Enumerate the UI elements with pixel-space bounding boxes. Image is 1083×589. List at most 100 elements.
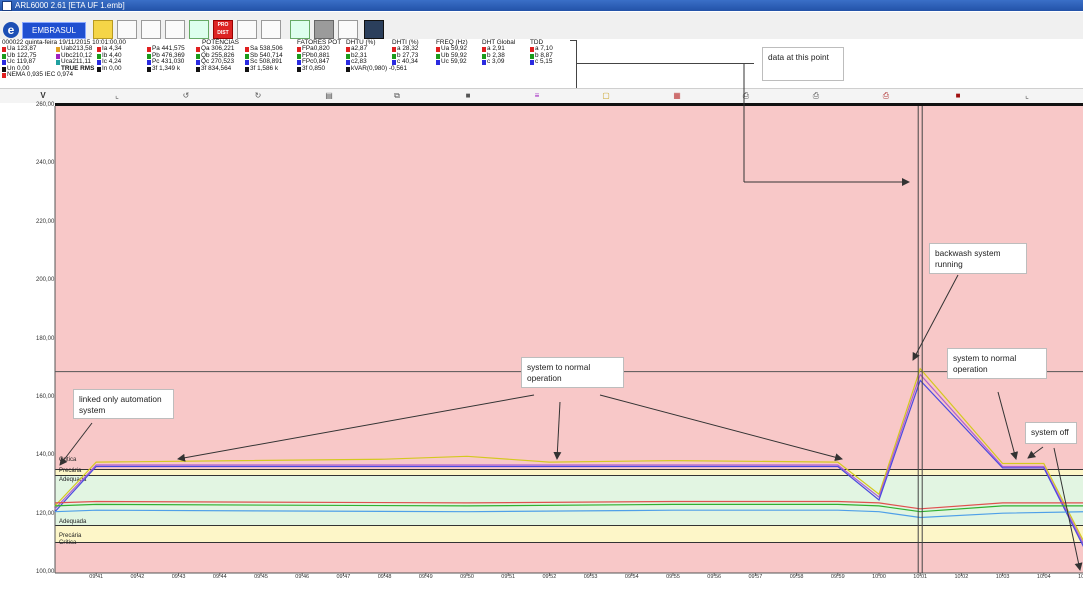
export-icon[interactable]: ⌞	[1022, 91, 1032, 100]
v-button[interactable]: V	[38, 91, 48, 100]
open-folder-icon[interactable]	[93, 20, 113, 39]
x-tick-label: 09:56	[707, 574, 722, 580]
plot-top-border	[55, 103, 1083, 106]
y-tick-label: 200,00	[36, 277, 55, 284]
x-tick-label: 09:42	[130, 574, 145, 580]
x-tick-label: 10:04	[1036, 574, 1051, 580]
readout-value: c 40,34	[397, 58, 418, 66]
readout-value: 3f 1,349 k	[152, 64, 181, 72]
color-swatch	[2, 66, 6, 72]
color-swatch	[56, 47, 60, 53]
y-tick-label: 260,00	[36, 102, 55, 108]
color-swatch	[97, 66, 101, 72]
embrasul-logo-icon[interactable]: e	[3, 22, 19, 38]
copy-icon[interactable]: ⧉	[392, 91, 402, 100]
color-swatch	[482, 47, 486, 53]
gray-shape-icon[interactable]	[314, 20, 334, 39]
document-icon[interactable]	[165, 20, 185, 39]
color-swatch	[482, 60, 486, 66]
color-swatch	[147, 66, 151, 72]
x-tick-label: 10:01	[913, 574, 928, 580]
app-icon	[2, 1, 12, 11]
table-icon[interactable]: ▤	[324, 91, 334, 100]
grid-icon[interactable]: ▦	[672, 91, 682, 100]
color-swatch	[392, 60, 396, 66]
bar-chart-icon[interactable]	[189, 20, 209, 39]
readout-value: kVAR(0,980) -0,561	[351, 64, 408, 72]
readout-q3f: 3f 834,564	[196, 65, 234, 72]
x-tick-label: 09:48	[377, 574, 392, 580]
print-preview-icon[interactable]: ⎙	[741, 91, 751, 100]
report-icon[interactable]	[141, 20, 161, 39]
y-tick-label: 180,00	[36, 335, 55, 342]
readout-bracket	[570, 40, 577, 89]
color-swatch	[530, 60, 534, 66]
color-swatch	[196, 53, 200, 59]
color-swatch	[147, 60, 151, 66]
note-normal-operation-1: system to normal operation	[521, 357, 624, 388]
readout-power-factor: FATORES POT FPa0,820 FPb0,881 FPc0,847 3…	[297, 39, 341, 72]
zoom-icon[interactable]: ⌞	[112, 91, 122, 100]
monitor-icon[interactable]	[364, 20, 384, 39]
histogram-icon[interactable]	[261, 20, 281, 39]
readout-value: c 5,15	[535, 58, 553, 66]
color-swatch	[436, 53, 440, 59]
harmonics-icon[interactable]	[290, 20, 310, 39]
color-swatch	[482, 53, 486, 59]
new-doc-icon[interactable]: ▢	[601, 91, 611, 100]
print-icon[interactable]: ⎙	[811, 91, 821, 100]
chart-line-icon[interactable]	[117, 20, 137, 39]
color-swatch	[346, 47, 350, 53]
x-tick-label: 10:05	[1078, 574, 1083, 580]
print-setup-icon[interactable]: ⎙	[881, 91, 891, 100]
y-tick-label: 240,00	[36, 160, 55, 167]
readout-value: c 3,09	[487, 58, 505, 66]
pro-dist-icon[interactable]: PRO DIST	[213, 20, 233, 39]
note-linked-only: linked only automation system	[73, 389, 174, 419]
x-tick-label: 09:50	[460, 574, 474, 580]
plot-area[interactable]: Crítica Precária Adequada Adequada Precária C…	[55, 103, 1083, 573]
y-tick-label: 120,00	[36, 510, 55, 517]
note-data-at-point: data at this point	[762, 47, 844, 81]
zone-label: Adequada	[59, 477, 87, 484]
zone-label: Crítica	[59, 456, 77, 463]
color-swatch	[97, 60, 101, 66]
main-toolbar	[0, 12, 1083, 39]
line-style-icon[interactable]: ≡	[532, 91, 542, 100]
zone-band	[55, 475, 1083, 525]
calendar-icon[interactable]	[237, 20, 257, 39]
y-tick-label: 140,00	[36, 452, 55, 459]
color-swatch	[147, 53, 151, 59]
color-swatch	[436, 60, 440, 66]
x-tick-label: 10:03	[995, 574, 1010, 580]
x-tick-label: 09:45	[254, 574, 268, 580]
note-system-off: system off	[1025, 422, 1077, 444]
color-swatch	[2, 53, 6, 59]
y-tick-label: 220,00	[36, 218, 55, 225]
readout-value: 3f 1,586 k	[250, 64, 279, 72]
y-tick-label: 100,00	[36, 569, 55, 575]
printer-icon[interactable]	[338, 20, 358, 39]
x-tick-label: 09:43	[171, 574, 186, 580]
x-tick-label: 09:54	[624, 574, 639, 580]
x-tick-label: 09:46	[295, 574, 310, 580]
zone-label: Precária	[59, 468, 82, 475]
readout-uca: Uca211,11	[56, 59, 94, 66]
x-tick-label: 10:02	[954, 574, 969, 580]
stop-icon[interactable]: ■	[463, 91, 473, 100]
color-icon[interactable]: ■	[953, 91, 963, 100]
undo-icon[interactable]: ↺	[181, 91, 191, 100]
brand-button[interactable]: EMBRASUL	[22, 22, 86, 39]
redo-icon[interactable]: ↻	[253, 91, 263, 100]
zone-label: Adequada	[59, 519, 87, 526]
zone-border	[55, 542, 1083, 544]
note-backwash: backwash system running	[929, 243, 1027, 274]
x-tick-label: 09:44	[212, 574, 227, 580]
color-swatch	[56, 53, 60, 59]
color-swatch	[530, 53, 534, 59]
readout-tdd-c: c 5,15	[530, 58, 553, 66]
zone-band	[55, 542, 1083, 573]
color-swatch	[97, 53, 101, 59]
color-swatch	[346, 60, 350, 66]
zone-border	[55, 475, 1083, 477]
